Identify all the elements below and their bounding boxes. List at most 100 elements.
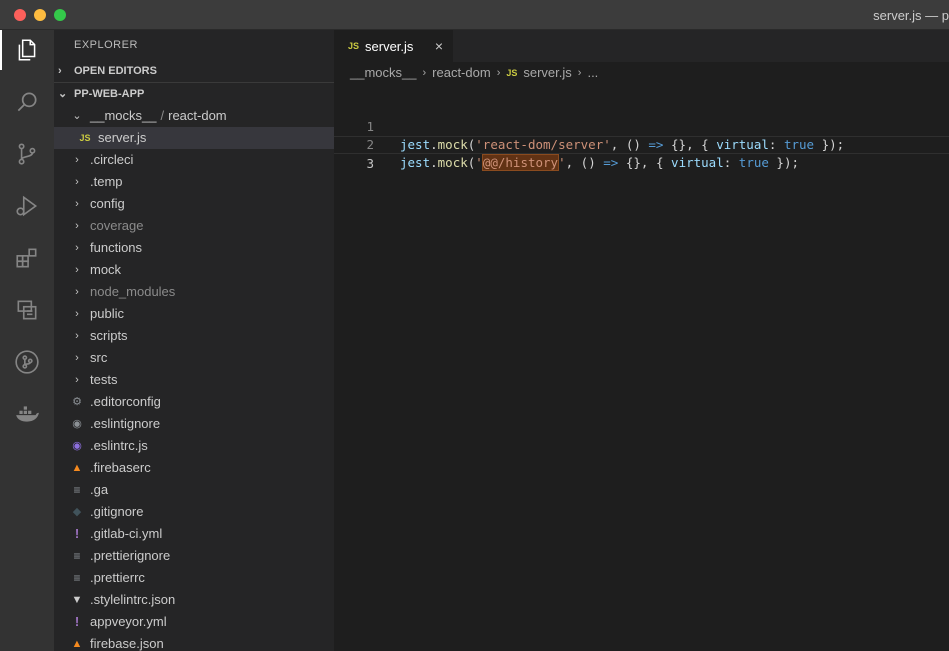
chevron-right-icon: › [75,352,79,364]
folder-item[interactable]: › coverage [54,215,334,237]
chevron-right-icon: › [75,176,79,188]
chevron-right-icon: › [75,286,79,298]
file-item[interactable]: ≡ .ga [54,479,334,501]
line-text: jest.mock('@@/history', () => {}, { virt… [400,154,800,171]
breadcrumb-symbols[interactable]: ... [587,62,598,84]
folder-item[interactable]: › .circleci [54,149,334,171]
folder-item[interactable]: › scripts [54,325,334,347]
code-editor[interactable]: 1 jest.mock('react-dom/server', () => {}… [334,100,949,171]
chevron-right-icon: › [422,67,427,79]
folder-item[interactable]: › public [54,303,334,325]
file-item[interactable]: ≡ .prettierrc [54,567,334,589]
file-label: .eslintrc.js [90,438,148,453]
stylelint-icon: ▼ [71,594,83,606]
file-item[interactable]: ◉ .eslintignore [54,413,334,435]
folder-item[interactable]: › functions [54,237,334,259]
git-graph-button[interactable] [0,342,54,382]
close-window-button[interactable] [14,9,26,21]
breadcrumb-mocks[interactable]: __mocks__ [350,62,416,84]
breadcrumb-server-js[interactable]: server.js [523,62,571,84]
chevron-down-icon: ⌄ [58,88,68,100]
remote-explorer-button[interactable] [0,290,54,330]
run-debug-icon [16,195,38,217]
folder-react-dom-label: react-dom [168,108,227,123]
minimize-window-button[interactable] [34,9,46,21]
activity-bar [0,30,54,651]
folder-mocks[interactable]: ⌄ __mocks__ / react-dom [54,105,334,127]
breadcrumb-react-dom[interactable]: react-dom [432,62,491,84]
files-icon [18,39,36,61]
zoom-window-button[interactable] [54,9,66,21]
folder-item[interactable]: › tests [54,369,334,391]
git-icon: ◆ [72,506,82,518]
folder-label: functions [90,240,143,255]
extensions-icon [16,248,37,268]
tab-server-js[interactable]: JS server.js × [334,30,453,62]
chevron-right-icon: › [75,220,79,232]
line-number: 3 [366,156,374,171]
file-item[interactable]: ⚙ .editorconfig [54,391,334,413]
text-file-icon: ≡ [73,571,81,585]
code-line-current[interactable]: 3 [334,136,949,171]
git-graph-icon [15,350,39,374]
explorer-button[interactable] [0,30,54,70]
explorer-title: EXPLORER [74,39,138,51]
breadcrumb: __mocks__ › react-dom › JS server.js › .… [334,62,949,84]
run-debug-button[interactable] [0,186,54,226]
file-label: firebase.json [90,636,164,651]
eslint-ignore-icon: ◉ [72,418,82,430]
editor-area: JS server.js × __mocks__ › react-dom › J… [334,30,949,651]
file-item[interactable]: ▼ .stylelintrc.json [54,589,334,611]
file-item[interactable]: ! .gitlab-ci.yml [54,523,334,545]
tab-bar: JS server.js × [334,30,949,62]
folder-item[interactable]: › .temp [54,171,334,193]
file-label: appveyor.yml [90,614,167,629]
code-line[interactable]: 2 jest.mock('@@/history', () => {}, { vi… [334,118,949,171]
chevron-down-icon: ⌄ [72,110,82,122]
yaml-icon: ! [74,526,80,541]
explorer-sidebar: EXPLORER › OPEN EDITORS ⌄ PP-WEB-APP ⌄ _… [54,30,334,651]
code-line[interactable]: 1 jest.mock('react-dom/server', () => {}… [334,100,949,152]
file-item[interactable]: ◆ .gitignore [54,501,334,523]
folder-label: scripts [90,328,128,343]
file-label: .ga [90,482,109,497]
file-server-js-label: server.js [98,130,147,145]
folder-label: src [90,350,108,365]
chevron-right-icon: › [75,198,79,210]
text-file-icon: ≡ [73,549,81,563]
extensions-button[interactable] [0,238,54,278]
folder-label: .temp [90,174,123,189]
chevron-right-icon: › [75,330,79,342]
chevron-right-icon: › [577,67,582,79]
file-item[interactable]: ▲ firebase.json [54,633,334,651]
docker-button[interactable] [0,394,54,434]
chevron-right-icon: › [58,65,62,77]
file-item[interactable]: ◉ .eslintrc.js [54,435,334,457]
folder-item[interactable]: › config [54,193,334,215]
folder-label: coverage [90,218,144,233]
search-button[interactable] [0,82,54,122]
chevron-right-icon: › [75,242,79,254]
source-control-icon [18,143,36,165]
folder-item[interactable]: › node_modules [54,281,334,303]
firebase-icon: ▲ [71,638,83,650]
file-item[interactable]: ▲ .firebaserc [54,457,334,479]
folder-item[interactable]: › mock [54,259,334,281]
file-label: .firebaserc [90,460,151,475]
chevron-right-icon: › [75,264,79,276]
file-item[interactable]: ≡ .prettierignore [54,545,334,567]
file-server-js[interactable]: JS server.js [54,127,334,149]
text-file-icon: ≡ [73,483,81,497]
open-editors-section[interactable]: › OPEN EDITORS [54,60,334,82]
open-editors-label: OPEN EDITORS [74,65,157,77]
file-item[interactable]: ! appveyor.yml [54,611,334,633]
file-label: .prettierignore [90,548,171,563]
eslint-icon: ◉ [72,440,82,452]
project-section[interactable]: ⌄ PP-WEB-APP [54,82,334,105]
folder-item[interactable]: › src [54,347,334,369]
window-title: server.js — p [873,8,949,23]
docker-icon [16,406,39,422]
folder-label: config [90,196,125,211]
source-control-button[interactable] [0,134,54,174]
close-icon[interactable]: × [435,38,443,54]
